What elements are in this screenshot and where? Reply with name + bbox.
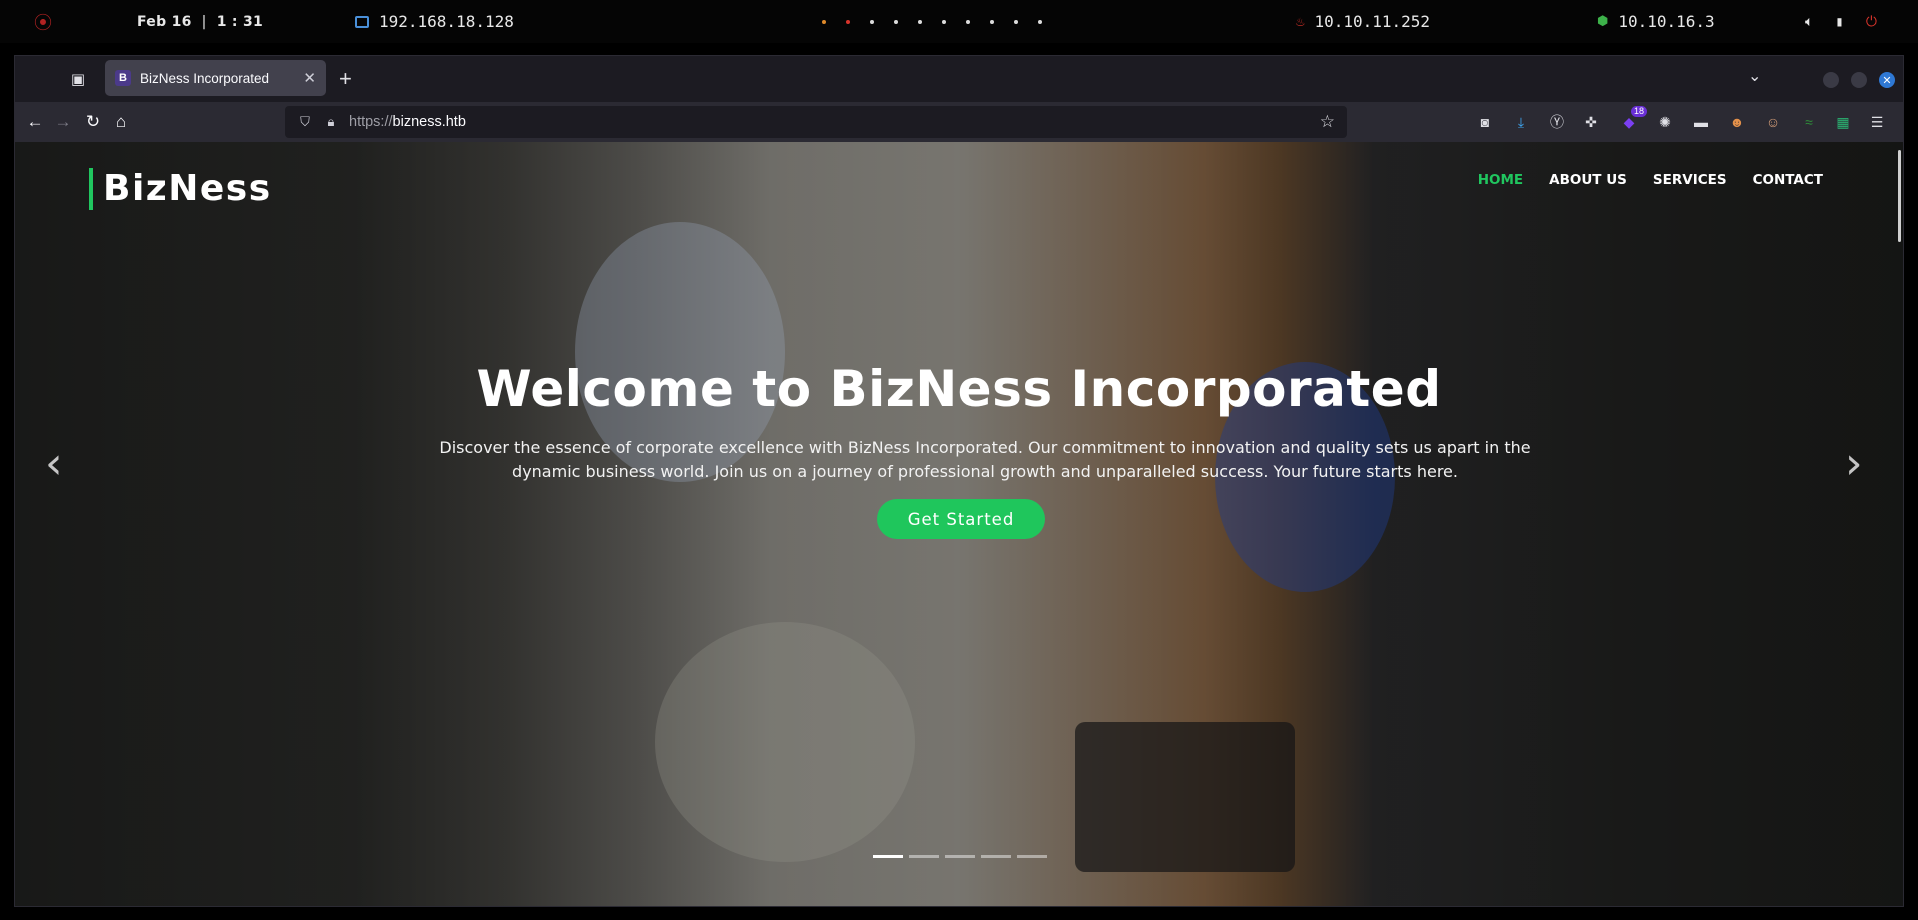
hero-title: Welcome to BizNess Incorporated [476,360,1442,418]
battery-icon[interactable]: ▮ [1835,14,1843,30]
close-window-button[interactable]: ✕ [1879,72,1895,88]
clock: Feb 16 | 1 : 31 [137,0,263,43]
yt-extension-icon[interactable]: Ⓨ [1547,112,1567,132]
workspace-dot[interactable] [870,19,874,24]
character-extension-icon[interactable]: ☻ [1727,112,1747,132]
face-extension-icon[interactable]: ☺ [1763,112,1783,132]
monitor-icon [355,15,369,28]
workspace-dot[interactable] [846,19,850,24]
carousel-indicator[interactable] [1017,855,1047,858]
snake-extension-icon[interactable]: ≈ [1799,112,1819,132]
time-text: 1 : 31 [216,13,264,30]
reload-button[interactable]: ↻ [81,110,105,134]
date-text: Feb 16 [137,13,192,30]
workspace-dot[interactable] [942,19,946,24]
carousel-indicator[interactable] [909,855,939,858]
get-started-button[interactable]: Get Started [877,499,1045,539]
forward-button[interactable]: → [51,110,75,134]
site-logo[interactable]: BizNess [89,168,272,210]
chevron-down-icon[interactable]: ⌄ [1748,66,1761,86]
hero-description: Discover the essence of corporate excell… [439,438,1531,481]
clock-separator: | [201,13,207,30]
nav-contact[interactable]: CONTACT [1753,172,1823,188]
url-protocol: https:// [349,114,393,130]
minimize-button[interactable] [1823,72,1839,88]
tab-title: BizNess Incorporated [140,70,270,86]
workspace-dot[interactable] [918,19,922,24]
vpn-icon: ⬢ [1597,14,1609,29]
web-page: BizNess HOME ABOUT US SERVICES CONTACT W… [15,142,1903,906]
nav-home[interactable]: HOME [1478,172,1523,188]
workspace-dot[interactable] [990,19,994,24]
nav-services[interactable]: SERVICES [1653,172,1727,188]
navigation-toolbar: ← → ↻ ⌂ ⛉ 🔒︎ https://bizness.htb ☆ ◙ ⤓ Ⓨ… [15,102,1903,142]
system-top-bar: ⦿ Feb 16 | 1 : 31 192.168.18.128 ♨ 10.10… [0,0,1918,43]
vpn-ip-indicator: ⬢ 10.10.16.3 [1597,0,1715,43]
target-ip-text: 10.10.11.252 [1314,12,1431,31]
bookmark-star-icon[interactable]: ☆ [1320,112,1335,132]
hamburger-menu-icon[interactable]: ☰ [1867,112,1887,132]
extension-badge: 18 [1630,106,1647,117]
browser-window: ▣ B BizNess Incorporated ✕ + ⌄ ✕ ← → ↻ ⌂… [14,55,1904,907]
carousel-next-icon[interactable]: › [1845,438,1863,489]
home-button[interactable]: ⌂ [109,110,133,134]
url-bar[interactable]: ⛉ 🔒︎ https://bizness.htb ☆ [285,106,1347,138]
photo-laptop-shape [1075,722,1295,872]
cookie-extension-icon[interactable]: ✺ [1655,112,1675,132]
workspace-switcher[interactable] [822,0,1062,43]
volume-icon[interactable]: 🔈︎ [1805,14,1813,30]
tab-list-icon[interactable]: ▣ [67,68,89,90]
workspace-dot[interactable] [966,19,970,24]
carousel-indicator[interactable] [981,855,1011,858]
favicon: B [115,70,131,86]
carousel-indicator[interactable] [945,855,975,858]
shield-icon[interactable]: ⛉ [297,114,313,130]
carousel-indicator[interactable] [873,855,903,858]
workspace-dot[interactable] [1014,19,1018,24]
carousel-prev-icon[interactable]: ‹ [45,438,63,489]
new-tab-button[interactable]: + [339,66,352,92]
lock-icon[interactable]: 🔒︎ [323,114,339,130]
tray: 🔈︎ ▮ ⏻ [1805,0,1877,43]
workspace-dot[interactable] [894,19,898,24]
tab-bar: ▣ B BizNess Incorporated ✕ + ⌄ ✕ [15,56,1903,102]
url-text[interactable]: https://bizness.htb [349,114,466,130]
workspace-dot[interactable] [1038,19,1042,24]
fingerprint-icon[interactable]: ⦿ [34,0,52,43]
back-button[interactable]: ← [23,110,47,134]
target-icon: ♨ [1296,13,1305,30]
target-ip-indicator: ♨ 10.10.11.252 [1296,0,1430,43]
page-scrollbar[interactable] [1898,150,1901,242]
close-tab-icon[interactable]: ✕ [303,69,316,87]
hat-extension-icon[interactable]: ▬ [1691,112,1711,132]
photo-person-shape [655,622,915,862]
downloads-icon[interactable]: ⤓ [1511,112,1531,132]
pocket-icon[interactable]: ◙ [1475,112,1495,132]
workspace-dot[interactable] [822,19,826,24]
active-tab[interactable]: B BizNess Incorporated ✕ [105,60,326,96]
power-icon[interactable]: ⏻ [1866,14,1877,30]
local-ip-indicator: 192.168.18.128 [355,0,514,43]
url-host: bizness.htb [392,114,466,130]
nav-about-us[interactable]: ABOUT US [1549,172,1627,188]
proxy-extension-icon[interactable]: ◆ 18 [1619,106,1647,132]
sheet-extension-icon[interactable]: ▦ [1833,112,1853,132]
site-nav: HOME ABOUT US SERVICES CONTACT [1478,172,1823,188]
vpn-ip-text: 10.10.16.3 [1618,12,1715,31]
carousel-indicators [873,855,1047,858]
maximize-button[interactable] [1851,72,1867,88]
extensions-puzzle-icon[interactable]: ✜ [1581,112,1601,132]
local-ip-text: 192.168.18.128 [379,12,514,31]
